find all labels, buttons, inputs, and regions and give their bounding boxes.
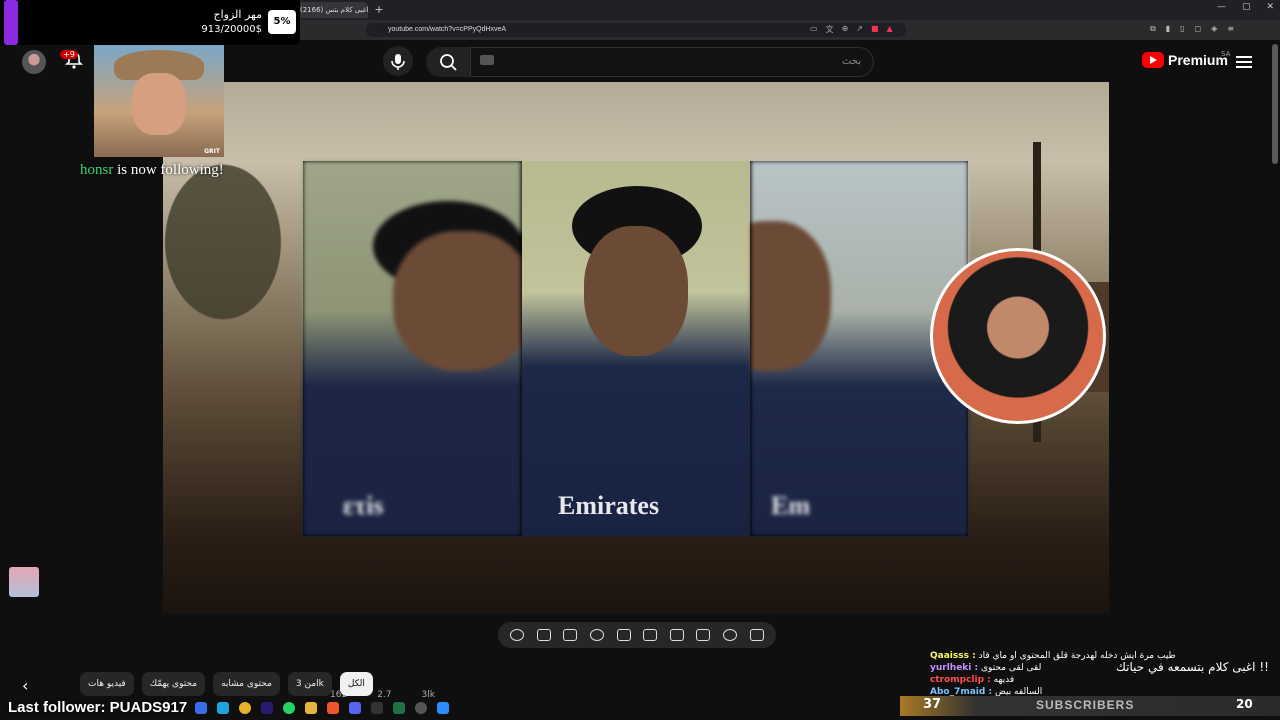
brave-icon[interactable] xyxy=(327,702,339,714)
clapper-icon[interactable] xyxy=(669,629,684,641)
terminal-icon[interactable] xyxy=(371,702,383,714)
bookmarks-icon[interactable]: ▯ xyxy=(1180,24,1184,34)
brave-shield-icon[interactable]: ▲ xyxy=(887,24,893,35)
video-collage: ετis Emirates Em xyxy=(303,161,1106,536)
extensions-icon[interactable]: ⧉ xyxy=(1150,24,1156,34)
stat-channel[interactable]: 3lk xyxy=(422,690,435,700)
youtube-brand: Premium xyxy=(1168,52,1228,68)
add-clip-icon[interactable] xyxy=(563,629,578,641)
chip-for-you[interactable]: محتوى يهمّك xyxy=(141,672,206,696)
follow-alert: honsr is now following! xyxy=(80,162,224,179)
premiere-icon[interactable] xyxy=(261,702,273,714)
watch-later-icon[interactable] xyxy=(696,629,711,641)
subscriber-count: 37 xyxy=(923,697,942,712)
app-icon[interactable] xyxy=(217,702,229,714)
webcam-tag: GRIT xyxy=(204,148,220,155)
donation-amount: 913/20000$ xyxy=(201,24,262,35)
page-scrollbar[interactable] xyxy=(1272,44,1278,164)
microphone-icon xyxy=(391,54,405,70)
video-player[interactable]: ετis Emirates Em xyxy=(163,82,1109,614)
obs-icon[interactable] xyxy=(415,702,427,714)
search-button[interactable] xyxy=(426,47,470,77)
translate-icon[interactable]: 文 xyxy=(826,24,834,35)
chip-all[interactable]: الكل xyxy=(339,672,373,696)
screenshot-camera-icon[interactable] xyxy=(536,629,551,641)
zoom-icon[interactable]: ⊕ xyxy=(842,24,849,35)
share-icon[interactable]: ↗ xyxy=(856,24,863,35)
tab-title: (2166) اغبى كلام بتس xyxy=(300,6,368,14)
chip-videos[interactable]: فيديو هات xyxy=(80,672,134,696)
speed-gauge-icon[interactable] xyxy=(590,629,605,641)
chip-related[interactable]: محتوى مشابه xyxy=(213,672,280,696)
browser-toolbar: ⧉ ▮ ▯ ◻ ◈ ≡ xyxy=(1150,24,1234,34)
streamer-webcam: GRIT xyxy=(94,45,224,157)
search-input[interactable]: بحث xyxy=(470,47,874,77)
cast-icon[interactable]: ▭ xyxy=(810,24,818,35)
new-tab-button[interactable]: + xyxy=(372,2,386,18)
chat-message: yurlheki : لقى لقى محتوى xyxy=(930,663,1042,673)
sidebar-icon[interactable]: ▮ xyxy=(1166,24,1170,34)
browser-tab[interactable]: (2166) اغبى كلام بتس ✕ xyxy=(296,2,368,18)
donation-accent-bar xyxy=(4,0,18,45)
user-avatar[interactable] xyxy=(22,50,46,74)
window-controls: — ▢ ✕ xyxy=(1217,2,1274,12)
video-panel-center: Emirates xyxy=(522,161,750,536)
follow-alert-name: honsr xyxy=(80,162,114,178)
background-tree xyxy=(163,162,313,362)
discord-icon[interactable] xyxy=(349,702,361,714)
hamburger-menu-icon[interactable] xyxy=(1236,54,1252,68)
keyboard-icon[interactable] xyxy=(480,55,494,65)
chip-from-channel[interactable]: من 3lk xyxy=(287,672,332,696)
voice-search-button[interactable] xyxy=(383,46,413,76)
app-icon[interactable] xyxy=(195,702,207,714)
donation-goal-widget xyxy=(0,0,300,45)
subscriber-goal: 20 xyxy=(1236,697,1253,711)
wallet-icon[interactable]: ◻ xyxy=(1195,24,1202,34)
browser-menu-icon[interactable]: ≡ xyxy=(1227,24,1234,34)
streamer-circle-cam xyxy=(930,248,1106,424)
settings-gear-icon[interactable] xyxy=(510,629,525,641)
subscriber-label: SUBSCRIBERS xyxy=(1036,698,1135,712)
last-follower: Last follower: PUADS917 xyxy=(8,699,188,716)
whatsapp-icon[interactable] xyxy=(283,702,295,714)
donation-percent: 5% xyxy=(268,10,296,34)
minimize-icon[interactable]: — xyxy=(1217,2,1226,12)
taskbar-icons xyxy=(195,702,449,714)
chat-message: ctrompclip : فديهه xyxy=(930,675,1015,685)
chat-small-avatar xyxy=(9,567,39,597)
filter-chips: الكل من 3lk محتوى مشابه محتوى يهمّك فيدي… xyxy=(80,672,373,696)
region-code: SA xyxy=(1221,50,1231,58)
notification-badge: +9 xyxy=(60,50,78,59)
restore-icon[interactable]: ▢ xyxy=(1242,2,1251,12)
stat-likes[interactable]: 2.7 xyxy=(377,690,391,700)
subtitles-icon[interactable] xyxy=(616,629,631,641)
donation-title: مهر الزواج xyxy=(213,8,262,21)
follow-alert-text: is now following! xyxy=(113,162,224,178)
url-actions: ▭ 文 ⊕ ↗ ■ ▲ xyxy=(810,24,893,35)
loop-icon[interactable] xyxy=(749,629,764,641)
broadcast-icon[interactable] xyxy=(723,629,738,641)
picture-in-picture-icon[interactable] xyxy=(643,629,658,641)
youtube-logo[interactable]: Premium xyxy=(1142,52,1228,68)
app-check-icon[interactable] xyxy=(437,702,449,714)
video-panel-left: ετis xyxy=(303,161,521,536)
excel-icon[interactable] xyxy=(393,702,405,714)
chrome-icon[interactable] xyxy=(239,702,251,714)
extension-icon[interactable]: ■ xyxy=(871,24,879,35)
streamer-face xyxy=(132,73,186,135)
chips-scroll-left-icon[interactable]: ‹ xyxy=(22,676,28,695)
chat-message: Qaaisss : طيب مرة ايش دخله لهدرجة قلق ال… xyxy=(930,651,1176,661)
stream-chat: Qaaisss : طيب مرة ايش دخله لهدرجة قلق ال… xyxy=(930,650,1280,698)
youtube-play-icon xyxy=(1142,52,1164,68)
close-window-icon[interactable]: ✕ xyxy=(1266,2,1274,12)
vpn-icon[interactable]: ◈ xyxy=(1211,24,1217,34)
player-extra-controls xyxy=(498,622,776,648)
folder-icon[interactable] xyxy=(305,702,317,714)
search-icon xyxy=(440,54,457,71)
